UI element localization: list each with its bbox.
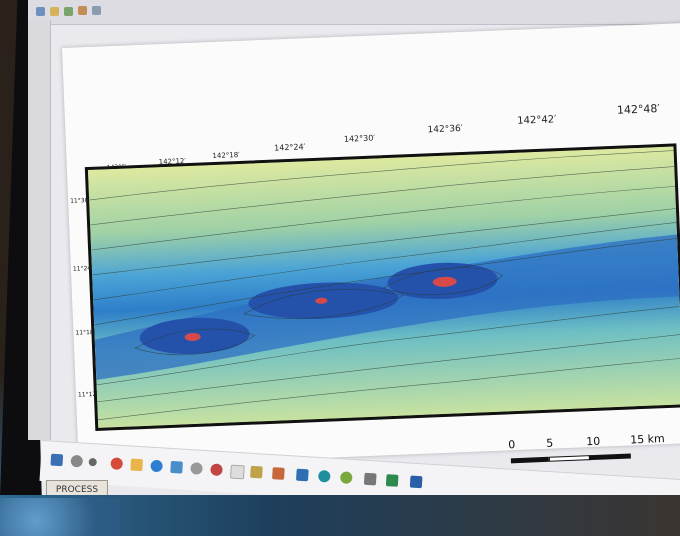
lat-label-4: 11°12′ (77, 390, 98, 399)
scale-tick-0: 0 (508, 438, 516, 452)
scale-segment-1 (510, 456, 549, 464)
network-icon[interactable] (190, 462, 203, 475)
lon-label-3: 142°18′ (212, 150, 240, 161)
files-icon[interactable] (363, 472, 377, 486)
lon-label-5: 142°30′ (343, 133, 376, 144)
save-icon[interactable] (36, 7, 45, 16)
bathymetry-svg (87, 146, 680, 428)
folder-icon[interactable] (50, 7, 59, 16)
print-layout-page: 142°6′ 142°12′ 142°18′ 142°24′ 142°30′ 1… (62, 22, 680, 468)
lon-label-7: 142°42′ (517, 114, 557, 127)
bathymetry-map (84, 143, 680, 431)
scale-segment-3 (588, 453, 631, 461)
browser-icon[interactable] (150, 459, 163, 473)
chrome-icon[interactable] (110, 457, 124, 470)
folder-icon[interactable] (130, 458, 144, 472)
mail-icon[interactable] (295, 468, 309, 482)
word-icon[interactable] (409, 475, 423, 489)
lon-label-8: 142°48′ (616, 102, 661, 117)
lat-label-2: 11°24′ (72, 264, 93, 273)
excel-icon[interactable] (385, 474, 399, 487)
lon-label-4: 142°24′ (274, 142, 306, 153)
search-icon[interactable] (70, 454, 84, 468)
lon-label-6: 142°36′ (427, 123, 463, 136)
foreground-object (0, 498, 120, 536)
task-view-icon[interactable] (88, 457, 97, 467)
map-app-icon[interactable] (317, 469, 331, 483)
start-icon[interactable] (50, 453, 64, 467)
app-icon[interactable] (210, 463, 223, 477)
layers-icon[interactable] (78, 6, 87, 15)
lat-label-3: 11°18′ (75, 328, 96, 337)
scale-segment-2 (548, 455, 591, 462)
lat-label-1: 11°30′ (70, 197, 90, 205)
scale-tick-5: 5 (545, 436, 554, 450)
document-icon[interactable] (229, 464, 245, 480)
top-toolbar (28, 0, 680, 25)
cloud-icon[interactable] (170, 460, 183, 474)
app-icon-3[interactable] (272, 467, 285, 480)
cursor-icon[interactable] (64, 7, 73, 16)
scale-tick-10: 10 (585, 434, 601, 449)
app-icon-2[interactable] (250, 465, 263, 479)
left-toolbar (28, 20, 51, 440)
pan-icon[interactable] (92, 6, 101, 15)
scale-tick-15: 15 km (629, 432, 666, 447)
qgis-icon[interactable] (339, 471, 353, 485)
